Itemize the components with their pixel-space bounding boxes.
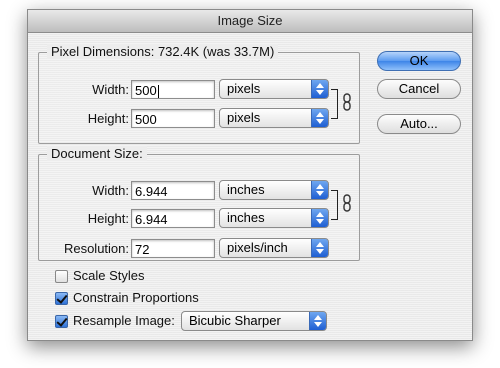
pixel-dimensions-heading: Pixel Dimensions: 732.4K (was 33.7M) (47, 44, 279, 59)
doc-height-unit: inches (227, 210, 265, 225)
doc-height-label: Height: (87, 211, 129, 226)
pixel-width-field[interactable]: 500 (131, 80, 215, 99)
doc-width-unit-select[interactable]: inches (219, 180, 329, 200)
pixel-width-value: 500 (135, 83, 157, 98)
resample-method: Bicubic Sharper (189, 313, 281, 328)
pixel-width-unit: pixels (227, 81, 261, 96)
doc-width-unit: inches (227, 182, 265, 197)
cancel-button[interactable]: Cancel (377, 79, 461, 99)
updown-arrows-icon (311, 181, 328, 199)
updown-arrows-icon (309, 312, 326, 330)
constrain-proportions-checkbox[interactable] (55, 292, 68, 305)
scale-styles-checkbox[interactable] (55, 270, 68, 283)
pixel-dimensions-group: Pixel Dimensions: 732.4K (was 33.7M) Wid… (38, 44, 360, 144)
link-bracket (331, 190, 338, 220)
resample-image-checkbox[interactable] (55, 315, 68, 328)
document-size-title: Document Size: (47, 146, 147, 161)
updown-arrows-icon (311, 80, 328, 98)
dialog-title: Image Size (28, 10, 472, 33)
pixel-width-label: Width: (92, 82, 129, 97)
resolution-label: Resolution: (63, 241, 129, 256)
pixel-height-unit-select[interactable]: pixels (219, 108, 329, 128)
resolution-field[interactable]: 72 (131, 239, 215, 258)
doc-height-unit-select[interactable]: inches (219, 208, 329, 228)
chain-link-icon (343, 93, 351, 111)
scale-styles-label: Scale Styles (73, 268, 145, 283)
link-bracket (331, 89, 338, 119)
doc-height-value: 6.944 (135, 212, 168, 227)
pixel-dimensions-summary: 732.4K (was 33.7M) (157, 44, 275, 59)
updown-arrows-icon (311, 209, 328, 227)
updown-arrows-icon (311, 109, 328, 127)
auto-button[interactable]: Auto... (377, 114, 461, 134)
updown-arrows-icon (311, 239, 328, 257)
resolution-value: 72 (135, 242, 150, 257)
resolution-unit: pixels/inch (227, 240, 288, 255)
constrain-proportions-label: Constrain Proportions (73, 290, 199, 305)
pixel-height-field[interactable]: 500 (131, 109, 215, 128)
pixel-height-unit: pixels (227, 110, 261, 125)
text-caret (157, 85, 159, 99)
document-size-group: Document Size: Width: 6.944 inches Heigh… (38, 146, 360, 261)
resample-method-select[interactable]: Bicubic Sharper (181, 311, 327, 331)
resample-image-label: Resample Image: (73, 313, 175, 328)
image-size-dialog: Image Size Pixel Dimensions: 732.4K (was… (27, 9, 473, 341)
resolution-unit-select[interactable]: pixels/inch (219, 238, 329, 258)
doc-height-field[interactable]: 6.944 (131, 209, 215, 228)
doc-width-value: 6.944 (135, 184, 168, 199)
pixel-height-value: 500 (135, 112, 157, 127)
pixel-height-label: Height: (87, 111, 129, 126)
doc-width-field[interactable]: 6.944 (131, 181, 215, 200)
pixel-dimensions-title: Pixel Dimensions: (51, 44, 155, 59)
ok-button[interactable]: OK (377, 51, 461, 71)
chain-link-icon (343, 194, 351, 212)
doc-width-label: Width: (92, 183, 129, 198)
pixel-width-unit-select[interactable]: pixels (219, 79, 329, 99)
